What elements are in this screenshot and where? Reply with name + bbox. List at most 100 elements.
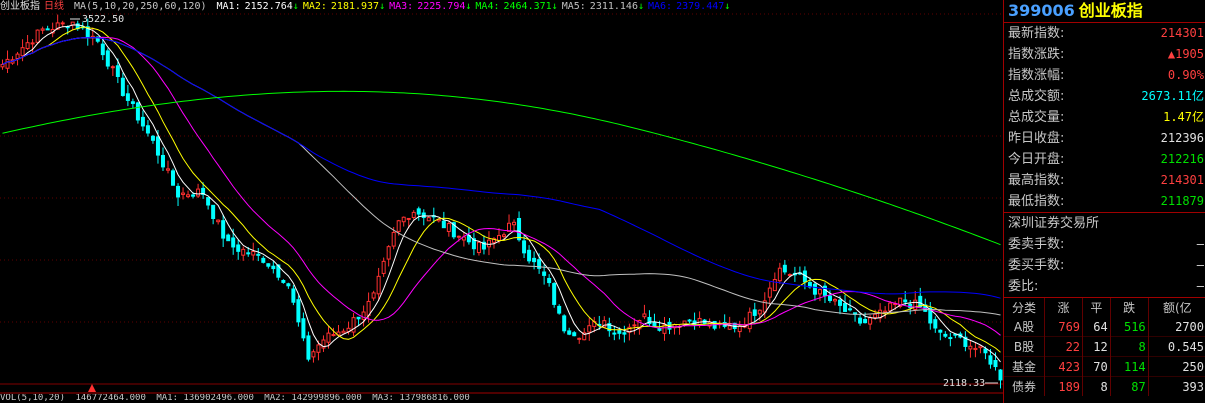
ma-trend-arrow: ↓ bbox=[379, 1, 386, 12]
candle-body bbox=[441, 220, 446, 229]
candle-body bbox=[331, 334, 336, 337]
candle-body bbox=[933, 319, 938, 329]
index-name: 创业板指 bbox=[1078, 1, 1143, 20]
ma-legend-item: MA6: bbox=[648, 1, 673, 12]
candle-body bbox=[391, 231, 396, 247]
candle-body bbox=[401, 216, 406, 223]
candle-body bbox=[386, 246, 391, 260]
quote-row: 最高指数: 214301 bbox=[1004, 170, 1205, 191]
candle-body bbox=[827, 295, 832, 301]
candle-body bbox=[166, 168, 171, 171]
moving-average-lines bbox=[2, 24, 1001, 363]
exchange-name: 深圳证券交易所 bbox=[1008, 216, 1100, 231]
stats-cell-up: 22 bbox=[1044, 336, 1083, 357]
stats-row[interactable]: A股 769 64 516 2700 bbox=[1004, 317, 1205, 337]
index-title: 创业板指 bbox=[0, 1, 40, 12]
candle-body bbox=[241, 248, 246, 256]
ma-legend-value: 2152.764 bbox=[244, 1, 293, 12]
candle-body bbox=[421, 212, 426, 219]
candle-body bbox=[512, 221, 517, 226]
candle-body bbox=[376, 275, 381, 295]
quote-label: 总成交量: bbox=[1008, 110, 1065, 125]
quote-value: 214301 bbox=[1160, 173, 1204, 187]
candlesticks bbox=[0, 14, 1003, 389]
stats-cell-flat: 12 bbox=[1082, 336, 1111, 357]
stats-row[interactable]: 基金 423 70 114 250 bbox=[1004, 356, 1205, 377]
ma-legend-item: MA5: bbox=[561, 1, 586, 12]
candle-body bbox=[486, 239, 491, 248]
candle-body bbox=[40, 28, 45, 31]
quote-title[interactable]: 399006 创业板指 bbox=[1004, 0, 1205, 23]
candle-body bbox=[542, 271, 547, 276]
candle-body bbox=[0, 63, 5, 68]
quote-row: 昨日收盘: 212396 bbox=[1004, 128, 1205, 149]
ma-legend-item: MA1: bbox=[216, 1, 241, 12]
candle-body bbox=[216, 219, 221, 223]
candle-body bbox=[291, 288, 296, 303]
stats-cell-up: 423 bbox=[1044, 356, 1083, 377]
order-value: — bbox=[1196, 237, 1204, 251]
candle-body bbox=[446, 223, 451, 232]
candle-body bbox=[236, 244, 241, 252]
market-stats-table: 分类 涨 平 跌 额(亿 A股 769 64 516 2700 B股 22 12 8 0.545 基… bbox=[1004, 298, 1205, 396]
quote-label: 指数涨幅: bbox=[1008, 68, 1065, 83]
ma-indicator-bar: 创业板指 日线 MA(5,10,20,250,60,120) MA1: 2152.7… bbox=[0, 0, 1003, 14]
candle-body bbox=[5, 58, 10, 69]
candle-body bbox=[35, 29, 40, 43]
exchange-section: 深圳证券交易所 委卖手数: — 委买手数: — 委比: — bbox=[1004, 212, 1205, 297]
candle-body bbox=[296, 299, 301, 323]
candle-body bbox=[45, 28, 50, 31]
stats-header: 平 bbox=[1082, 298, 1111, 317]
stats-row[interactable]: 债券 189 8 87 393 bbox=[1004, 376, 1205, 396]
candle-body bbox=[191, 194, 196, 197]
ma-legend-item: MA3: bbox=[389, 1, 414, 12]
candle-body bbox=[281, 280, 286, 283]
stats-cell-amt: 0.545 bbox=[1147, 336, 1205, 357]
candle-body bbox=[557, 305, 562, 314]
candle-body bbox=[125, 93, 130, 101]
candle-body bbox=[140, 116, 145, 127]
quote-value: 212396 bbox=[1160, 131, 1204, 145]
candle-body bbox=[381, 260, 386, 274]
candle-body bbox=[577, 337, 582, 340]
candle-body bbox=[221, 220, 226, 239]
quote-label: 最低指数: bbox=[1008, 194, 1065, 209]
candle-body bbox=[938, 329, 943, 333]
quote-label: 最高指数: bbox=[1008, 173, 1065, 188]
quote-value: 212216 bbox=[1160, 152, 1204, 166]
candle-body bbox=[522, 240, 527, 254]
candle-body bbox=[261, 257, 266, 263]
candle-body bbox=[271, 265, 276, 270]
candle-body bbox=[737, 325, 742, 333]
candle-body bbox=[622, 332, 627, 335]
candle-body bbox=[456, 235, 461, 238]
candle-body bbox=[832, 298, 837, 302]
candle-body bbox=[752, 309, 757, 316]
ma4-line bbox=[2, 90, 1001, 246]
candle-body bbox=[301, 318, 306, 339]
quote-row: 最低指数: 211879 bbox=[1004, 191, 1205, 212]
candle-body bbox=[547, 277, 552, 284]
candle-body bbox=[983, 348, 988, 354]
order-row: 委比: — bbox=[1004, 276, 1205, 297]
quote-panel: 399006 创业板指 最新指数: 214301 指数涨跌: ▲1905 指数涨幅: 0.9… bbox=[1003, 0, 1205, 403]
kline-chart-area[interactable]: 3522.50 2118.33 创业板指 日线 MA(5,10,20,250,60,… bbox=[0, 0, 1003, 403]
candle-body bbox=[145, 125, 150, 134]
period-label[interactable]: 日线 bbox=[44, 1, 64, 12]
candle-body bbox=[326, 332, 331, 343]
candle-body bbox=[978, 345, 983, 349]
candle-body bbox=[948, 337, 953, 340]
candle-body bbox=[888, 302, 893, 312]
high-price-label: 3522.50 bbox=[82, 14, 124, 25]
stats-cell-amt: 250 bbox=[1147, 356, 1205, 377]
candle-body bbox=[306, 335, 311, 360]
candle-body bbox=[256, 253, 261, 256]
ma-trend-arrow: ↓ bbox=[724, 1, 731, 12]
volume-ma1: MA1: 136902496.000 bbox=[156, 394, 254, 403]
candle-body bbox=[60, 22, 65, 25]
quote-value: 1.47亿 bbox=[1163, 110, 1204, 124]
candle-body bbox=[411, 211, 416, 218]
kline-chart[interactable]: 3522.50 2118.33 bbox=[0, 0, 1003, 403]
stats-row[interactable]: B股 22 12 8 0.545 bbox=[1004, 336, 1205, 357]
candle-body bbox=[973, 347, 978, 351]
